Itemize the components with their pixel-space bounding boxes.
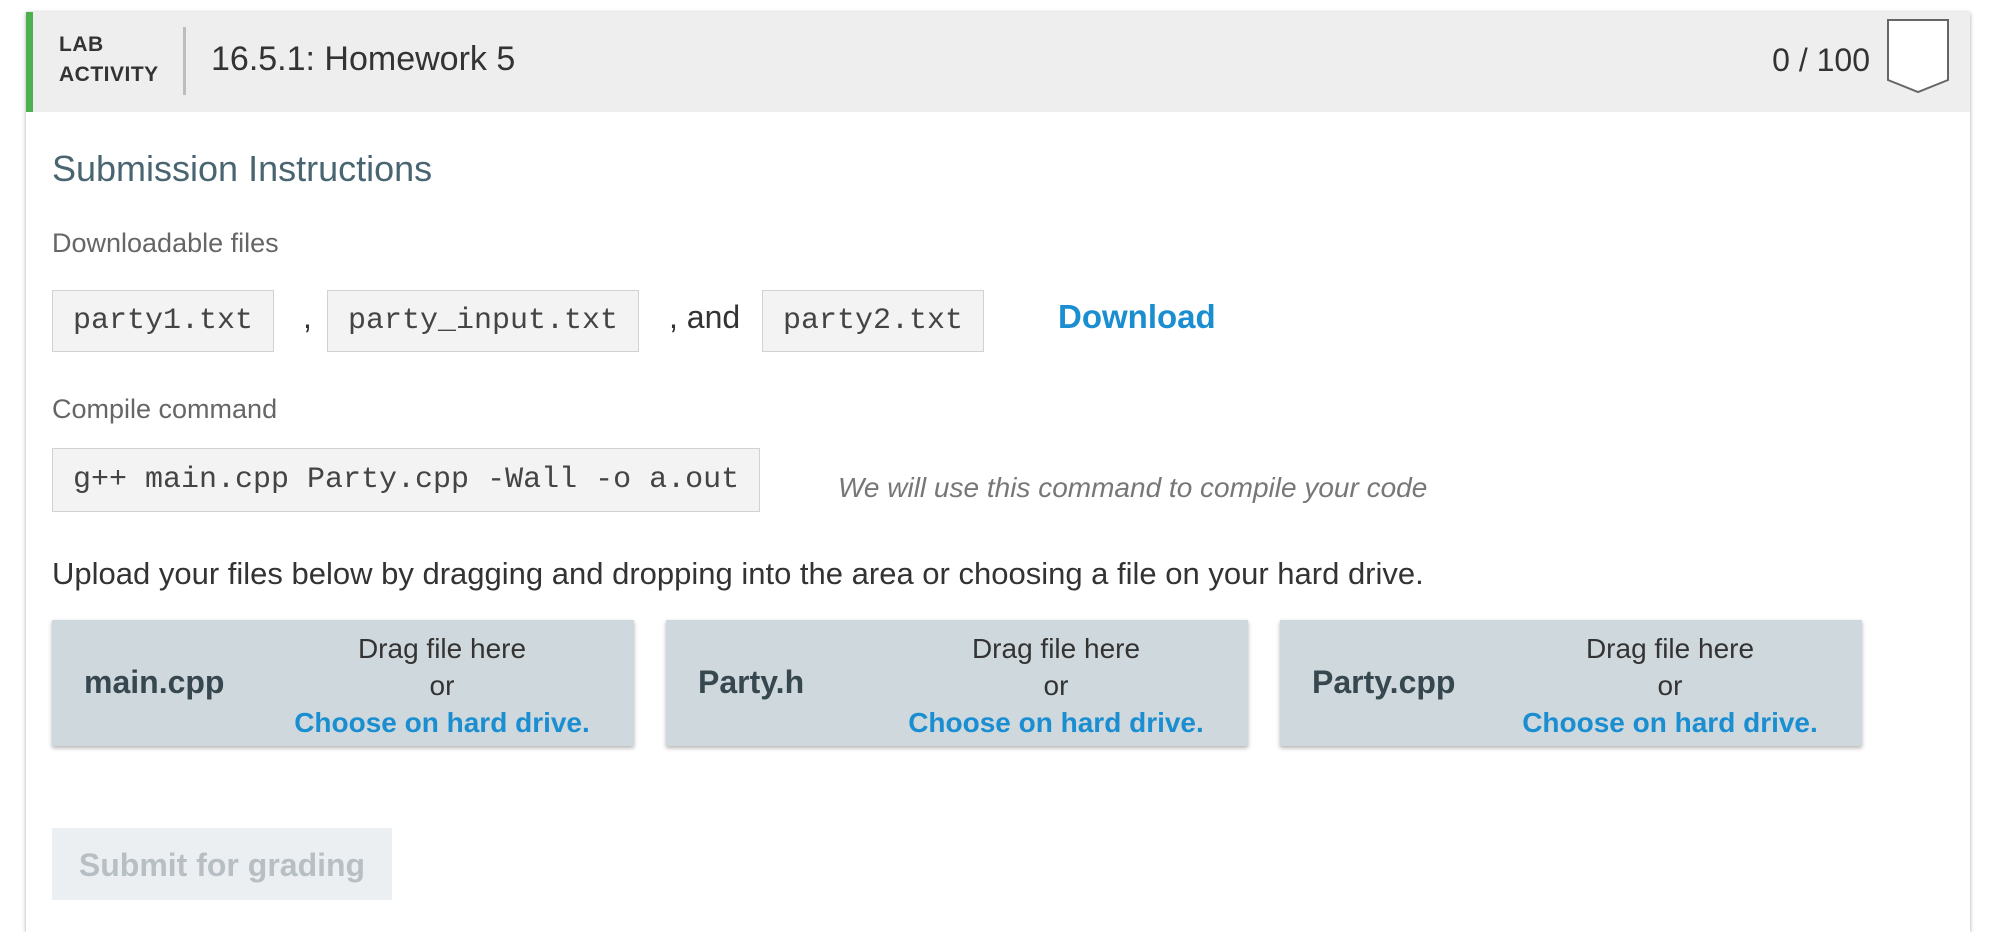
or-text: or — [1657, 670, 1683, 701]
file-chip-party2: party2.txt — [762, 290, 985, 352]
file-chip-party-input: party_input.txt — [327, 290, 640, 352]
choose-file-link[interactable]: Choose on hard drive. — [1520, 704, 1820, 741]
section-title: Submission Instructions — [52, 148, 433, 189]
dropzone-main-cpp[interactable]: main.cpp Drag file here or Choose on har… — [52, 620, 634, 746]
drag-text: Drag file here — [1585, 633, 1755, 664]
dropzone-file-name: main.cpp — [84, 664, 225, 700]
lab-activity-card: LAB ACTIVITY 16.5.1: Homework 5 0 / 100 … — [26, 12, 1970, 932]
activity-title: 16.5.1: Homework 5 — [211, 40, 516, 78]
dropzone-file-name: Party.cpp — [1312, 664, 1456, 700]
dropzone-prompt: Drag file here or Choose on hard drive. — [906, 630, 1206, 741]
file-separator-and: , and — [669, 299, 741, 335]
dropzone-party-h[interactable]: Party.h Drag file here or Choose on hard… — [666, 620, 1248, 746]
drag-text: Drag file here — [971, 633, 1141, 664]
header-divider — [183, 27, 186, 95]
downloadable-files-label: Downloadable files — [52, 228, 279, 258]
score-badge-icon — [1887, 19, 1949, 94]
download-link[interactable]: Download — [1058, 298, 1216, 336]
lab-label-line2: ACTIVITY — [59, 63, 159, 86]
score-display: 0 / 100 — [1772, 42, 1870, 78]
file-separator-comma: , — [303, 299, 312, 335]
dropzone-prompt: Drag file here or Choose on hard drive. — [1520, 630, 1820, 741]
drag-text: Drag file here — [357, 633, 527, 664]
dropzone-file-name: Party.h — [698, 664, 805, 700]
or-text: or — [1043, 670, 1069, 701]
or-text: or — [429, 670, 455, 701]
lab-label-line1: LAB — [59, 33, 104, 56]
dropzone-party-cpp[interactable]: Party.cpp Drag file here or Choose on ha… — [1280, 620, 1862, 746]
file-chip-party1: party1.txt — [52, 290, 275, 352]
submit-for-grading-button[interactable]: Submit for grading — [52, 828, 392, 900]
activity-header: LAB ACTIVITY 16.5.1: Homework 5 0 / 100 — [26, 12, 1970, 112]
compile-command-label: Compile command — [52, 394, 278, 424]
upload-instructions: Upload your files below by dragging and … — [52, 556, 1424, 591]
lab-activity-label: LAB ACTIVITY — [59, 30, 159, 90]
compile-note: We will use this command to compile your… — [838, 472, 1428, 503]
dropzone-prompt: Drag file here or Choose on hard drive. — [292, 630, 592, 741]
choose-file-link[interactable]: Choose on hard drive. — [292, 704, 592, 741]
compile-command: g++ main.cpp Party.cpp -Wall -o a.out — [52, 448, 761, 512]
choose-file-link[interactable]: Choose on hard drive. — [906, 704, 1206, 741]
